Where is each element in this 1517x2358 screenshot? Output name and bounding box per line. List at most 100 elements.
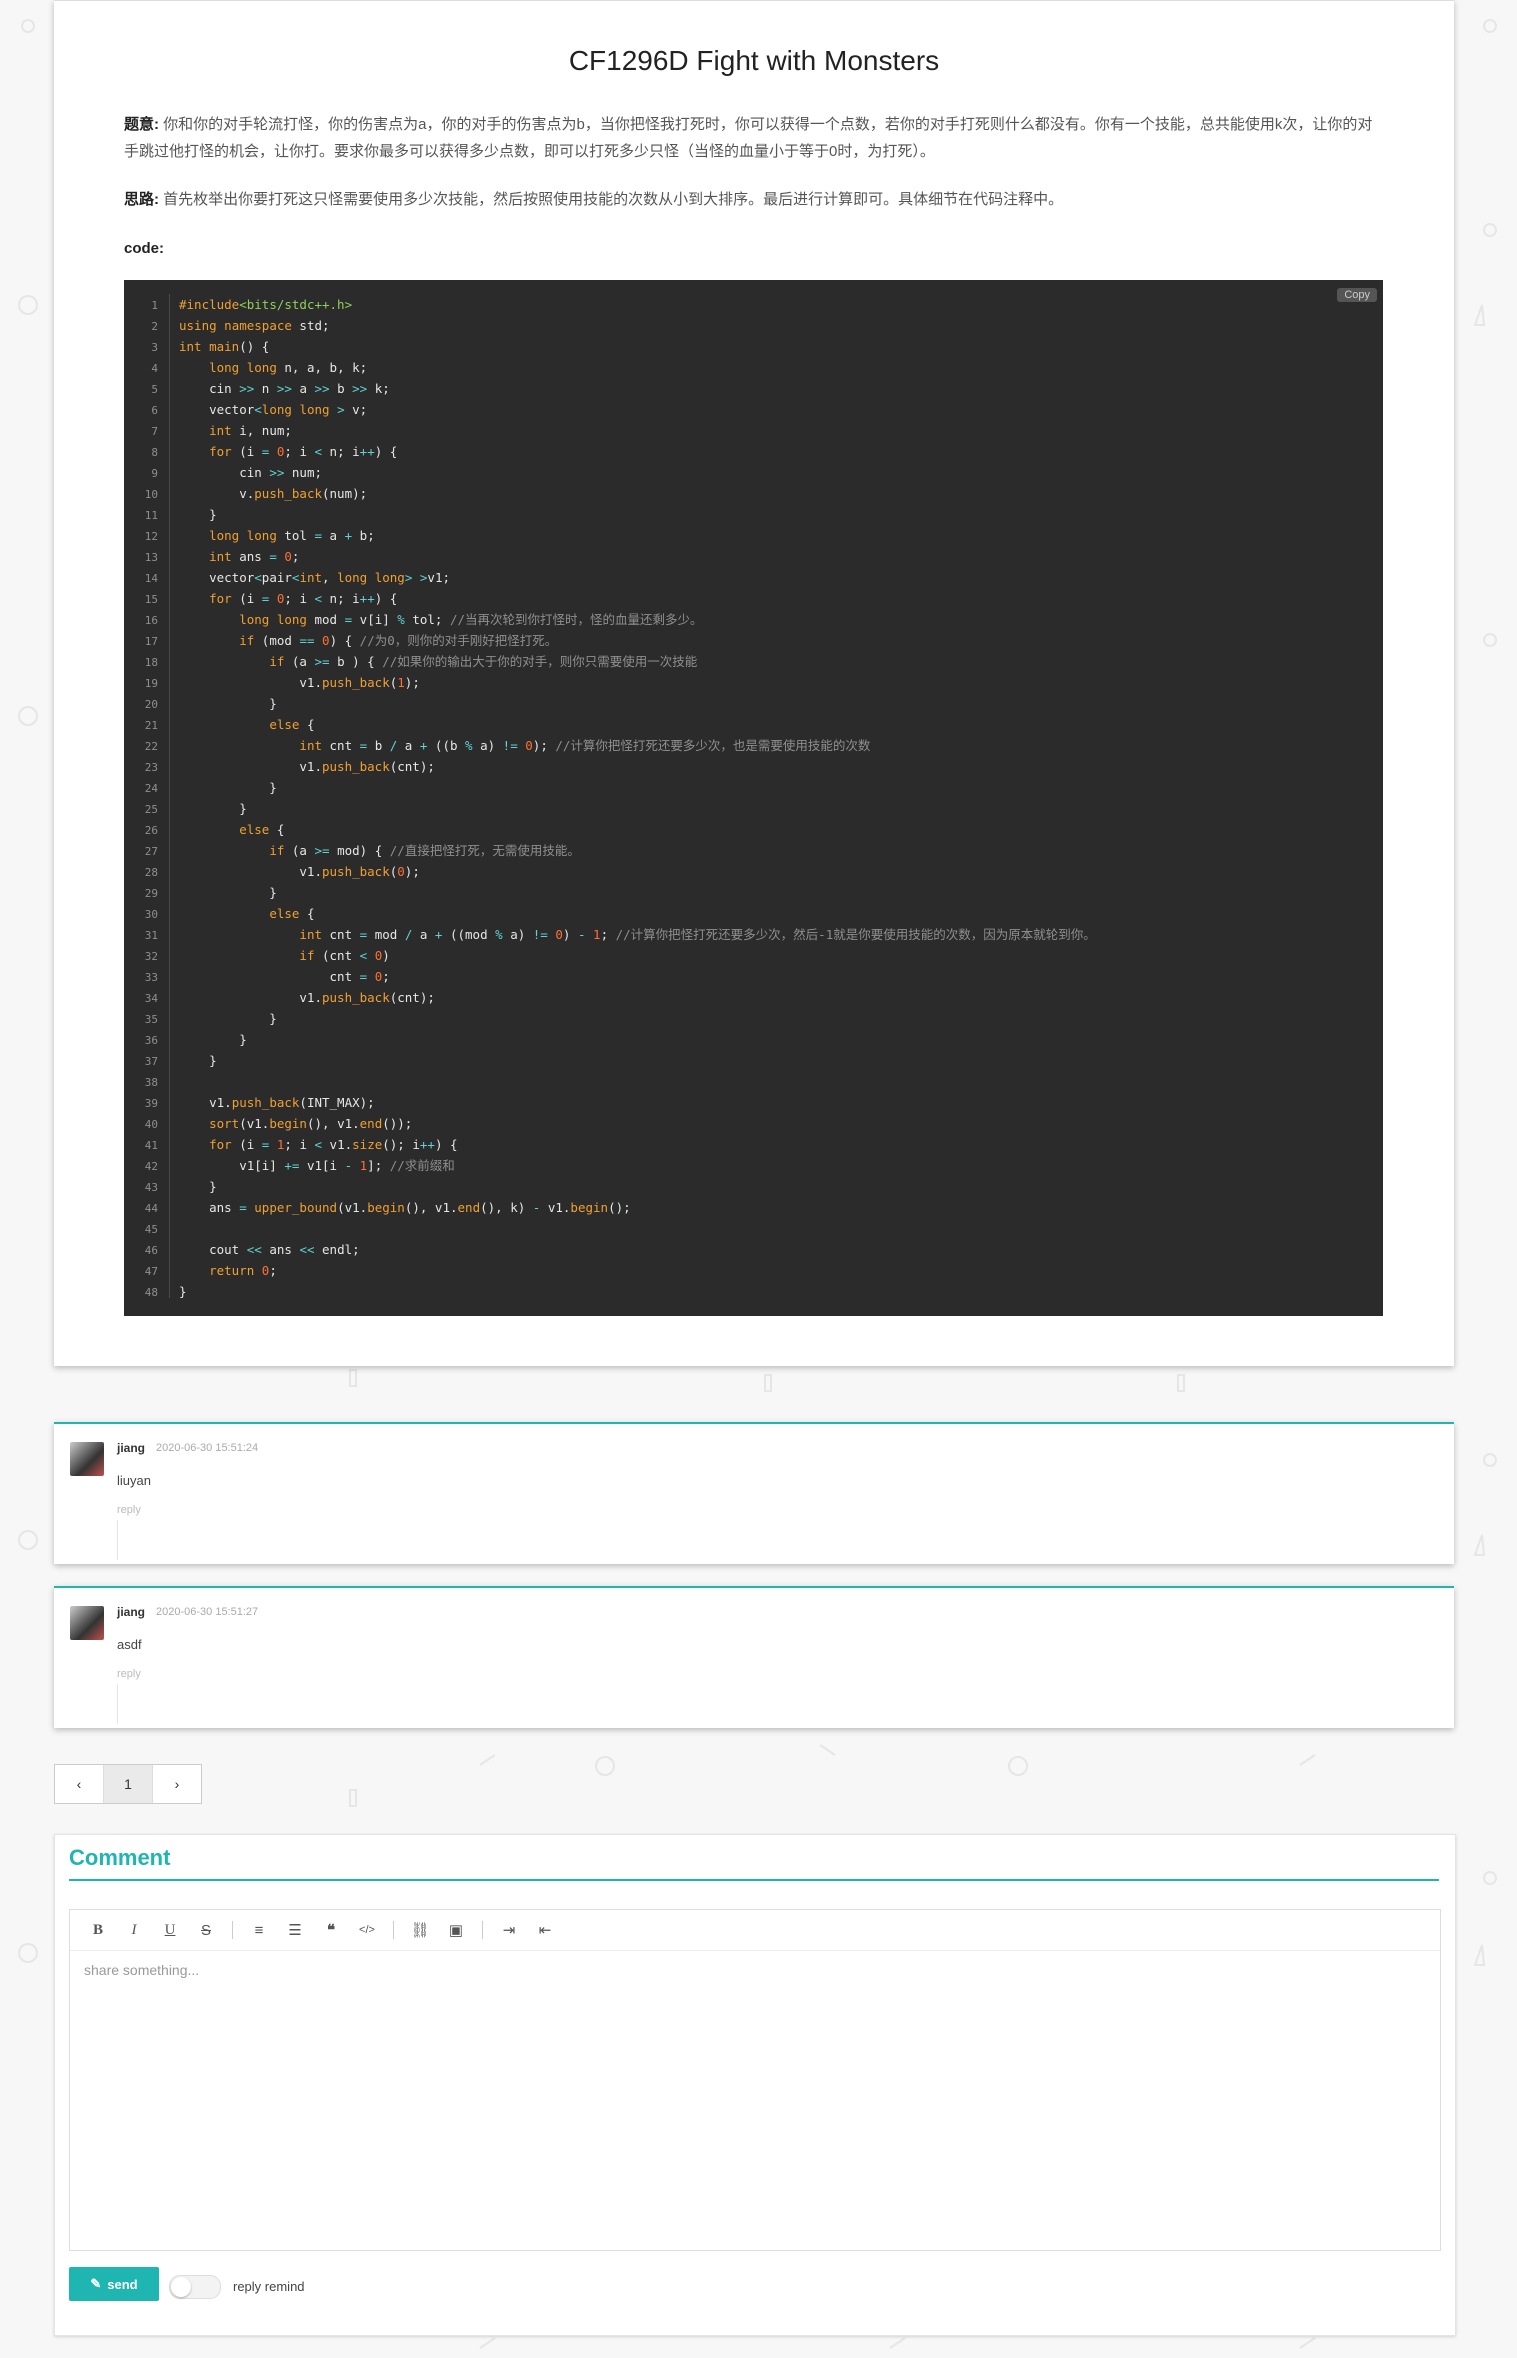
comment-editor[interactable]: B I U S ≡ ☰ ❝ </> ⛓ ▣ ⇥ ⇤ share somethin… [69, 1909, 1441, 2251]
code-line: 21 else { [124, 714, 315, 735]
line-number: 46 [144, 1244, 158, 1257]
toolbar-separator [232, 1921, 233, 1939]
code-line: 10 v.push_back(num); [124, 483, 367, 504]
comment-username[interactable]: jiang [117, 1441, 145, 1455]
code-line: 48} [124, 1281, 187, 1302]
code-line: 32 if (cnt < 0) [124, 945, 390, 966]
avatar[interactable] [70, 1606, 104, 1640]
reply-link[interactable]: reply [117, 1668, 141, 1680]
code-text: } [179, 1179, 217, 1194]
line-number: 20 [144, 698, 158, 711]
line-number: 16 [144, 614, 158, 627]
code-icon[interactable]: </> [349, 1924, 385, 1936]
code-text: int main() { [179, 339, 270, 354]
code-text: v1.push_back(cnt); [179, 759, 435, 774]
code-text: long long mod = v[i] % tol; //当再次轮到你打怪时，… [239, 612, 703, 627]
toolbar-separator [482, 1921, 483, 1939]
description-text: 你和你的对手轮流打怪，你的伤害点为a，你的对手的伤害点为b，当你把怪我打死时，你… [124, 116, 1373, 160]
code-text: int ans = 0; [209, 549, 300, 564]
code-line: 12 long long tol = a + b; [124, 525, 375, 546]
next-page-button[interactable]: › [153, 1765, 201, 1803]
line-number: 32 [144, 950, 158, 963]
copy-button[interactable]: Copy [1337, 288, 1377, 302]
underline-icon[interactable]: U [152, 1922, 188, 1939]
code-text: } [179, 696, 277, 711]
article-card: CF1296D Fight with Monsters 题意: 你和你的对手轮流… [54, 0, 1454, 1366]
description-label: 题意: [124, 116, 159, 133]
line-number: 27 [144, 845, 158, 858]
line-number: 37 [144, 1055, 158, 1068]
code-line: 8 for (i = 0; i < n; i++) { [124, 441, 397, 462]
code-line: 31 int cnt = mod / a + ((mod % a) != 0) … [124, 924, 1096, 945]
idea-label: 思路: [124, 191, 159, 208]
code-text: else { [239, 822, 285, 837]
line-number: 24 [144, 782, 158, 795]
outdent-icon[interactable]: ⇤ [527, 1921, 563, 1939]
line-number: 18 [144, 656, 158, 669]
line-number: 38 [144, 1076, 158, 1089]
code-text: for (i = 0; i < n; i++) { [209, 591, 398, 606]
quote-icon[interactable]: ❝ [313, 1921, 349, 1939]
reply-thread-line [117, 1520, 118, 1560]
code-text: v1[i] += v1[i - 1]; //求前缀和 [179, 1158, 455, 1173]
line-number: 25 [144, 803, 158, 816]
line-number: 5 [151, 383, 158, 396]
editor-placeholder[interactable]: share something... [84, 1962, 199, 1978]
line-number: 26 [144, 824, 158, 837]
line-number: 21 [144, 719, 158, 732]
comment-item: jiang 2020-06-30 15:51:24 liuyan reply [54, 1422, 1454, 1564]
code-line: 43 } [124, 1176, 217, 1197]
line-number: 10 [144, 488, 158, 501]
ordered-list-icon[interactable]: ≡ [241, 1922, 277, 1939]
comment-username[interactable]: jiang [117, 1605, 145, 1619]
code-line: 30 else { [124, 903, 315, 924]
code-text: cin >> num; [179, 465, 323, 480]
reply-remind-toggle[interactable] [169, 2275, 221, 2299]
code-gutter-divider [169, 294, 170, 1298]
link-icon[interactable]: ⛓ [402, 1921, 438, 1939]
code-line: 42 v1[i] += v1[i - 1]; //求前缀和 [124, 1155, 455, 1176]
code-text: vector<long long > v; [179, 402, 368, 417]
code-line: 37 } [124, 1050, 217, 1071]
send-button[interactable]: ✎ send [69, 2267, 159, 2301]
indent-icon[interactable]: ⇥ [491, 1921, 527, 1939]
code-line: 23 v1.push_back(cnt); [124, 756, 435, 777]
reply-link[interactable]: reply [117, 1504, 141, 1516]
line-number: 48 [144, 1286, 158, 1299]
code-label: code: [124, 240, 165, 257]
strikethrough-icon[interactable]: S [188, 1922, 224, 1939]
code-line: 20 } [124, 693, 277, 714]
code-text: int i, num; [209, 423, 292, 438]
idea-text: 首先枚举出你要打死这只怪需要使用多少次技能，然后按照使用技能的次数从小到大排序。… [163, 191, 1064, 208]
image-icon[interactable]: ▣ [438, 1921, 474, 1939]
code-line: 28 v1.push_back(0); [124, 861, 420, 882]
code-line: 14 vector<pair<int, long long> >v1; [124, 567, 450, 588]
code-line: 29 } [124, 882, 277, 903]
line-number: 1 [151, 299, 158, 312]
code-text: if (a >= mod) { //直接把怪打死，无需使用技能。 [269, 843, 580, 858]
prev-page-button[interactable]: ‹ [55, 1765, 104, 1803]
code-lines: 1 #include<bits/stdc++.h> 2 using namespace… [124, 294, 1096, 1302]
code-text: } [179, 1284, 187, 1299]
code-text: if (mod == 0) { //为0，则你的对手刚好把怪打死。 [239, 633, 558, 648]
toolbar-separator [393, 1921, 394, 1939]
solution-idea: 思路: 首先枚举出你要打死这只怪需要使用多少次技能，然后按照使用技能的次数从小到… [124, 186, 1384, 213]
italic-icon[interactable]: I [116, 1922, 152, 1939]
comment-form: Comment B I U S ≡ ☰ ❝ </> ⛓ ▣ ⇥ ⇤ share … [54, 1834, 1456, 2336]
line-number: 8 [151, 446, 158, 459]
code-line: 44 ans = upper_bound(v1.begin(), v1.end(… [124, 1197, 631, 1218]
line-number: 22 [144, 740, 158, 753]
page-1-button[interactable]: 1 [104, 1765, 153, 1803]
code-line: 11 } [124, 504, 217, 525]
code-text: } [179, 885, 277, 900]
bold-icon[interactable]: B [80, 1922, 116, 1939]
code-line: 25 } [124, 798, 247, 819]
code-text: sort(v1.begin(), v1.end()); [209, 1116, 413, 1131]
code-text: if (a >= b ) { //如果你的输出大于你的对手，则你只需要使用一次技… [269, 654, 698, 669]
avatar[interactable] [70, 1442, 104, 1476]
code-text: v1.push_back(INT_MAX); [179, 1095, 375, 1110]
code-text: vector<pair<int, long long> >v1; [179, 570, 450, 585]
bullet-list-icon[interactable]: ☰ [277, 1921, 313, 1939]
code-text: int cnt = mod / a + ((mod % a) != 0) - 1… [299, 927, 1096, 942]
edit-icon: ✎ [90, 2276, 102, 2291]
